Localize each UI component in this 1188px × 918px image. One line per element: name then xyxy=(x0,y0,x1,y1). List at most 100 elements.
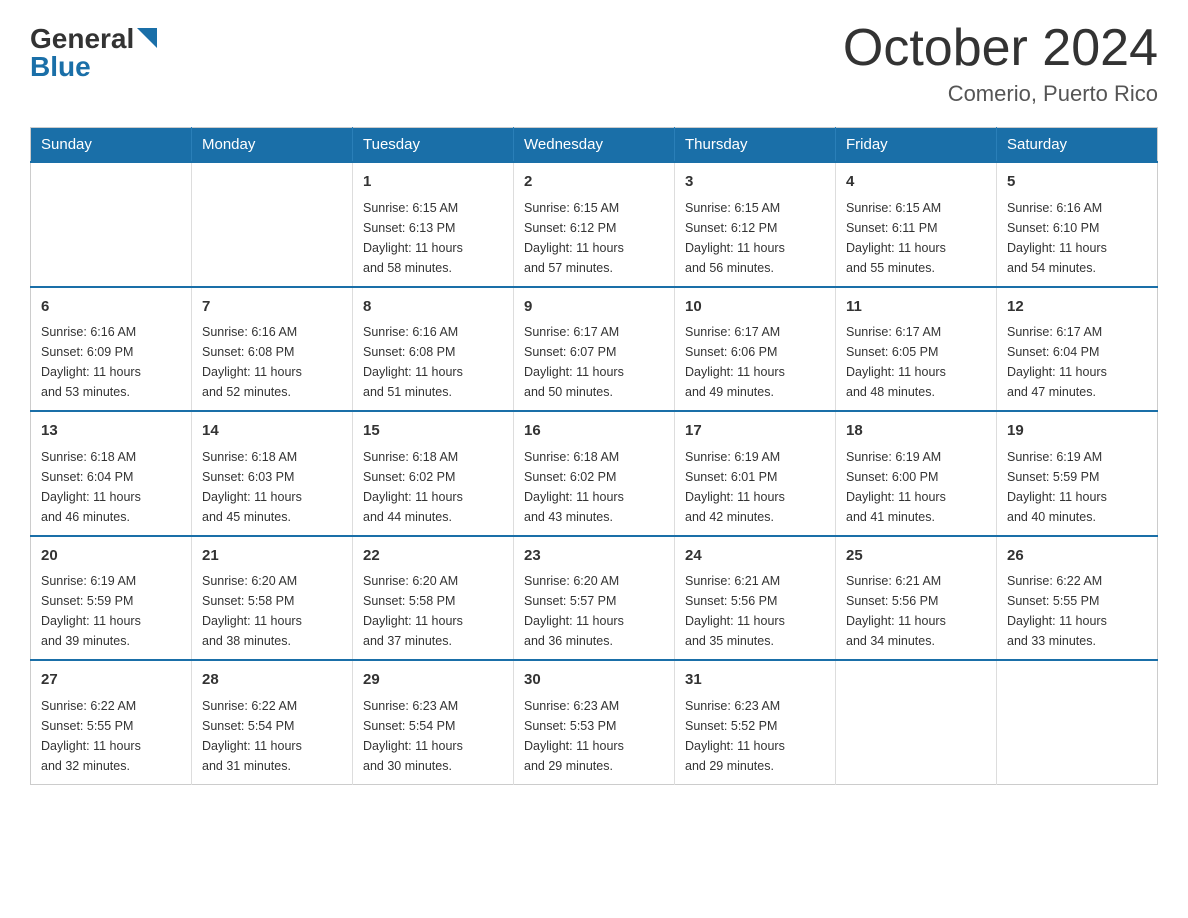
calendar-cell: 15 Sunrise: 6:18 AMSunset: 6:02 PMDayligh… xyxy=(353,411,514,536)
day-info: Sunrise: 6:23 AMSunset: 5:54 PMDaylight:… xyxy=(363,696,503,776)
day-number: 12 xyxy=(1007,296,1147,319)
day-info: Sunrise: 6:20 AMSunset: 5:58 PMDaylight:… xyxy=(202,571,342,651)
calendar-cell: 12 Sunrise: 6:17 AMSunset: 6:04 PMDayligh… xyxy=(997,287,1158,412)
day-number: 23 xyxy=(524,545,664,568)
day-info: Sunrise: 6:17 AMSunset: 6:05 PMDaylight:… xyxy=(846,322,986,402)
day-of-week-friday: Friday xyxy=(836,128,997,163)
logo: General Blue xyxy=(30,20,157,81)
day-info: Sunrise: 6:22 AMSunset: 5:55 PMDaylight:… xyxy=(41,696,181,776)
day-info: Sunrise: 6:18 AMSunset: 6:02 PMDaylight:… xyxy=(363,447,503,527)
calendar-cell: 19 Sunrise: 6:19 AMSunset: 5:59 PMDayligh… xyxy=(997,411,1158,536)
calendar-cell: 13Sunrise: 6:18 AMSunset: 6:04 PMDayligh… xyxy=(31,411,192,536)
calendar-week-5: 27 Sunrise: 6:22 AMSunset: 5:55 PMDayligh… xyxy=(31,660,1158,784)
day-number: 22 xyxy=(363,545,503,568)
calendar-cell: 28 Sunrise: 6:22 AMSunset: 5:54 PMDayligh… xyxy=(192,660,353,784)
days-of-week-row: SundayMondayTuesdayWednesdayThursdayFrid… xyxy=(31,128,1158,163)
day-info: Sunrise: 6:16 AMSunset: 6:09 PMDaylight:… xyxy=(41,322,181,402)
calendar-cell xyxy=(192,162,353,287)
day-number: 1 xyxy=(363,171,503,194)
location-title: Comerio, Puerto Rico xyxy=(843,81,1158,107)
day-info: Sunrise: 6:22 AMSunset: 5:54 PMDaylight:… xyxy=(202,696,342,776)
day-of-week-saturday: Saturday xyxy=(997,128,1158,163)
page-header: General Blue October 2024 Comerio, Puert… xyxy=(30,20,1158,107)
calendar-cell xyxy=(997,660,1158,784)
calendar-cell: 9 Sunrise: 6:17 AMSunset: 6:07 PMDaylight… xyxy=(514,287,675,412)
day-info: Sunrise: 6:16 AMSunset: 6:08 PMDaylight:… xyxy=(363,322,503,402)
title-section: October 2024 Comerio, Puerto Rico xyxy=(843,20,1158,107)
day-info: Sunrise: 6:23 AMSunset: 5:52 PMDaylight:… xyxy=(685,696,825,776)
day-of-week-sunday: Sunday xyxy=(31,128,192,163)
day-number: 5 xyxy=(1007,171,1147,194)
day-number: 29 xyxy=(363,669,503,692)
day-info: Sunrise: 6:17 AMSunset: 6:07 PMDaylight:… xyxy=(524,322,664,402)
day-number: 15 xyxy=(363,420,503,443)
day-info: Sunrise: 6:16 AMSunset: 6:10 PMDaylight:… xyxy=(1007,198,1147,278)
day-number: 4 xyxy=(846,171,986,194)
calendar-cell: 16Sunrise: 6:18 AMSunset: 6:02 PMDayligh… xyxy=(514,411,675,536)
day-number: 28 xyxy=(202,669,342,692)
day-info: Sunrise: 6:18 AMSunset: 6:03 PMDaylight:… xyxy=(202,447,342,527)
calendar-cell: 29 Sunrise: 6:23 AMSunset: 5:54 PMDayligh… xyxy=(353,660,514,784)
day-number: 18 xyxy=(846,420,986,443)
day-info: Sunrise: 6:23 AMSunset: 5:53 PMDaylight:… xyxy=(524,696,664,776)
day-number: 26 xyxy=(1007,545,1147,568)
logo-blue-text: Blue xyxy=(30,53,91,81)
day-number: 11 xyxy=(846,296,986,319)
day-info: Sunrise: 6:20 AMSunset: 5:57 PMDaylight:… xyxy=(524,571,664,651)
calendar-cell xyxy=(31,162,192,287)
day-number: 27 xyxy=(41,669,181,692)
calendar-cell: 18 Sunrise: 6:19 AMSunset: 6:00 PMDayligh… xyxy=(836,411,997,536)
calendar-cell: 3 Sunrise: 6:15 AMSunset: 6:12 PMDaylight… xyxy=(675,162,836,287)
day-info: Sunrise: 6:19 AMSunset: 6:00 PMDaylight:… xyxy=(846,447,986,527)
calendar-cell: 6 Sunrise: 6:16 AMSunset: 6:09 PMDaylight… xyxy=(31,287,192,412)
day-of-week-tuesday: Tuesday xyxy=(353,128,514,163)
calendar-week-1: 1Sunrise: 6:15 AMSunset: 6:13 PMDaylight… xyxy=(31,162,1158,287)
calendar-cell: 17Sunrise: 6:19 AMSunset: 6:01 PMDayligh… xyxy=(675,411,836,536)
day-of-week-wednesday: Wednesday xyxy=(514,128,675,163)
month-title: October 2024 xyxy=(843,20,1158,77)
calendar-cell: 2Sunrise: 6:15 AMSunset: 6:12 PMDaylight… xyxy=(514,162,675,287)
calendar-cell xyxy=(836,660,997,784)
calendar-cell: 22 Sunrise: 6:20 AMSunset: 5:58 PMDayligh… xyxy=(353,536,514,661)
day-info: Sunrise: 6:16 AMSunset: 6:08 PMDaylight:… xyxy=(202,322,342,402)
day-number: 7 xyxy=(202,296,342,319)
logo-general-text: General xyxy=(30,25,134,53)
day-info: Sunrise: 6:21 AMSunset: 5:56 PMDaylight:… xyxy=(685,571,825,651)
calendar-cell: 30Sunrise: 6:23 AMSunset: 5:53 PMDayligh… xyxy=(514,660,675,784)
day-number: 21 xyxy=(202,545,342,568)
calendar-cell: 11 Sunrise: 6:17 AMSunset: 6:05 PMDayligh… xyxy=(836,287,997,412)
calendar-header: SundayMondayTuesdayWednesdayThursdayFrid… xyxy=(31,128,1158,163)
day-info: Sunrise: 6:15 AMSunset: 6:12 PMDaylight:… xyxy=(524,198,664,278)
day-info: Sunrise: 6:17 AMSunset: 6:06 PMDaylight:… xyxy=(685,322,825,402)
day-number: 6 xyxy=(41,296,181,319)
day-number: 25 xyxy=(846,545,986,568)
day-info: Sunrise: 6:19 AMSunset: 5:59 PMDaylight:… xyxy=(1007,447,1147,527)
calendar-cell: 10Sunrise: 6:17 AMSunset: 6:06 PMDayligh… xyxy=(675,287,836,412)
day-info: Sunrise: 6:19 AMSunset: 5:59 PMDaylight:… xyxy=(41,571,181,651)
calendar-cell: 14Sunrise: 6:18 AMSunset: 6:03 PMDayligh… xyxy=(192,411,353,536)
day-info: Sunrise: 6:18 AMSunset: 6:04 PMDaylight:… xyxy=(41,447,181,527)
calendar-cell: 20 Sunrise: 6:19 AMSunset: 5:59 PMDayligh… xyxy=(31,536,192,661)
day-info: Sunrise: 6:15 AMSunset: 6:12 PMDaylight:… xyxy=(685,198,825,278)
calendar-cell: 24 Sunrise: 6:21 AMSunset: 5:56 PMDayligh… xyxy=(675,536,836,661)
day-number: 19 xyxy=(1007,420,1147,443)
day-of-week-monday: Monday xyxy=(192,128,353,163)
day-number: 24 xyxy=(685,545,825,568)
calendar-cell: 26Sunrise: 6:22 AMSunset: 5:55 PMDayligh… xyxy=(997,536,1158,661)
day-number: 9 xyxy=(524,296,664,319)
day-number: 3 xyxy=(685,171,825,194)
day-number: 20 xyxy=(41,545,181,568)
day-number: 31 xyxy=(685,669,825,692)
calendar-cell: 27 Sunrise: 6:22 AMSunset: 5:55 PMDayligh… xyxy=(31,660,192,784)
calendar-cell: 7 Sunrise: 6:16 AMSunset: 6:08 PMDaylight… xyxy=(192,287,353,412)
calendar-cell: 4Sunrise: 6:15 AMSunset: 6:11 PMDaylight… xyxy=(836,162,997,287)
calendar-cell: 25 Sunrise: 6:21 AMSunset: 5:56 PMDayligh… xyxy=(836,536,997,661)
day-info: Sunrise: 6:17 AMSunset: 6:04 PMDaylight:… xyxy=(1007,322,1147,402)
logo-triangle-icon xyxy=(137,28,157,48)
day-number: 17 xyxy=(685,420,825,443)
calendar-cell: 23 Sunrise: 6:20 AMSunset: 5:57 PMDayligh… xyxy=(514,536,675,661)
day-of-week-thursday: Thursday xyxy=(675,128,836,163)
day-info: Sunrise: 6:21 AMSunset: 5:56 PMDaylight:… xyxy=(846,571,986,651)
day-info: Sunrise: 6:18 AMSunset: 6:02 PMDaylight:… xyxy=(524,447,664,527)
day-info: Sunrise: 6:20 AMSunset: 5:58 PMDaylight:… xyxy=(363,571,503,651)
